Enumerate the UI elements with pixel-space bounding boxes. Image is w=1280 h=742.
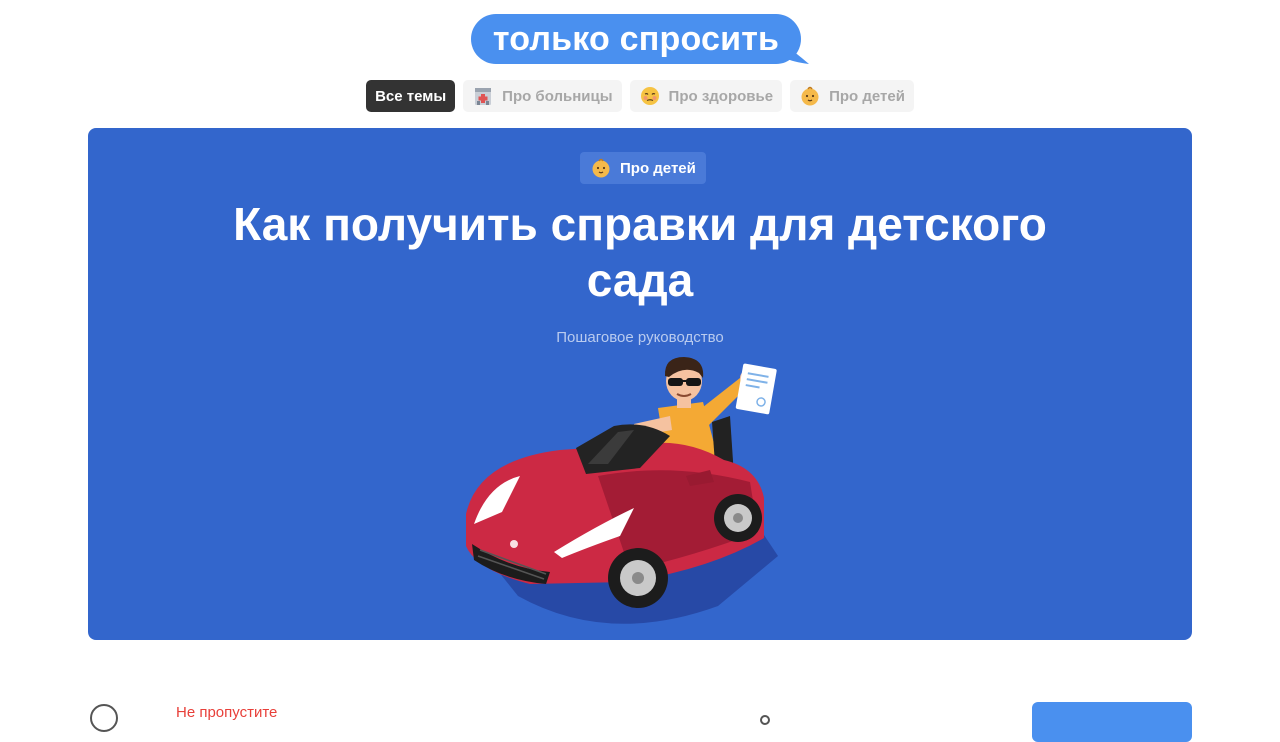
logo-text: только спросить [492,19,780,58]
logo-bubble: только спросить [471,14,801,64]
tab-label: Про здоровье [668,87,774,105]
hospital-icon [475,88,492,105]
dont-miss-label: Не пропустите [176,704,278,721]
article-title[interactable]: Как получить справки для детского сада [88,196,1192,308]
subscribe-button[interactable] [1032,702,1192,742]
hero-article-card[interactable]: Про детей Как получить справки для детск… [88,128,1192,640]
search-icon[interactable] [90,704,118,732]
topic-tag[interactable]: Про детей [580,152,706,184]
baby-icon [801,86,819,106]
tab-children[interactable]: Про детей [790,80,914,112]
tab-label: Все темы [375,87,447,105]
topic-tabs: Все темы Про больницы Про здоровье Про д… [0,80,1280,112]
tab-label: Про больницы [502,87,613,105]
logo-bubble-tail [781,42,809,64]
tab-label: Про детей [829,87,905,105]
baby-icon [592,158,610,178]
tab-all-topics[interactable]: Все темы [366,80,456,112]
bullet-icon [760,715,770,725]
man-in-toy-car-illustration [466,357,778,624]
tab-hospitals[interactable]: Про больницы [463,80,622,112]
topic-tag-label: Про детей [620,159,696,177]
article-subtitle: Пошаговое руководство [556,329,724,346]
tab-health[interactable]: Про здоровье [629,80,783,112]
article-title-line-2: сада [586,254,694,306]
sick-face-icon [640,87,659,105]
site-logo[interactable]: только спросить [471,14,809,66]
article-title-line-1: Как получить справки для детского [233,198,1047,250]
